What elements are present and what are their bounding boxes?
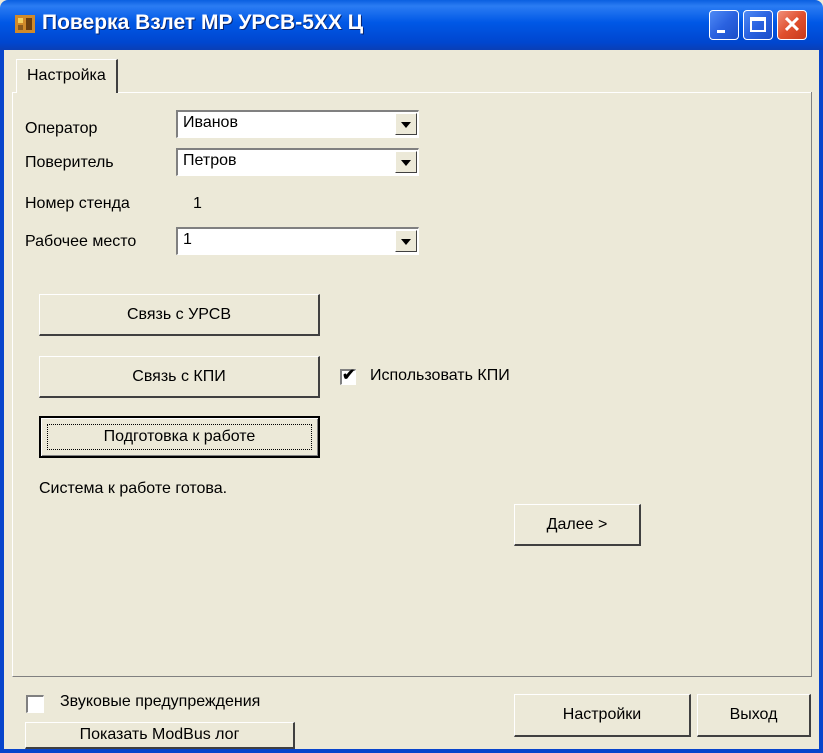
verifier-dropdown-button[interactable] [395, 151, 417, 173]
maximize-button[interactable] [743, 10, 773, 40]
exit-button[interactable]: Выход [697, 694, 811, 737]
operator-value: Иванов [183, 114, 238, 131]
show-modbus-log-button[interactable]: Показать ModBus лог [25, 722, 295, 749]
focus-rectangle [47, 424, 312, 450]
close-icon: ✕ [782, 12, 802, 37]
verifier-select[interactable]: Петров [176, 148, 419, 176]
window-frame-bottom [0, 749, 823, 753]
workplace-label: Рабочее место [25, 233, 137, 250]
window-title: Поверка Взлет МР УРСВ-5ХХ Ц [42, 11, 364, 34]
connect-kpi-button[interactable]: Связь с КПИ [39, 356, 320, 398]
title-bar[interactable]: Поверка Взлет МР УРСВ-5ХХ Ц ✕ [0, 0, 823, 50]
operator-select[interactable]: Иванов [176, 110, 419, 138]
use-kpi-checkbox[interactable]: ✔ [340, 367, 356, 385]
window-frame-right [819, 50, 823, 753]
chevron-down-icon [401, 239, 411, 245]
verifier-label: Поверитель [25, 154, 114, 171]
workplace-select[interactable]: 1 [176, 227, 419, 255]
verifier-value: Петров [183, 152, 237, 169]
sound-warnings-label: Звуковые предупреждения [60, 693, 261, 710]
maximize-icon [750, 17, 766, 32]
workplace-value: 1 [183, 231, 192, 248]
chevron-down-icon [401, 122, 411, 128]
tab-settings[interactable]: Настройка [16, 59, 118, 93]
sound-warnings-checkbox[interactable] [26, 695, 44, 713]
minimize-icon [717, 30, 725, 33]
operator-label: Оператор [25, 120, 98, 137]
prepare-button[interactable]: Подготовка к работе [39, 416, 320, 458]
workplace-dropdown-button[interactable] [395, 230, 417, 252]
status-text: Система к работе готова. [39, 480, 228, 497]
operator-dropdown-button[interactable] [395, 113, 417, 135]
connect-ursv-button[interactable]: Связь с УРСВ [39, 294, 320, 336]
next-button[interactable]: Далее > [514, 504, 641, 546]
chevron-down-icon [401, 160, 411, 166]
use-kpi-label: Использовать КПИ [370, 367, 510, 384]
window-frame-left [0, 50, 4, 753]
checkmark-icon: ✔ [342, 367, 356, 384]
app-icon [15, 15, 35, 33]
close-button[interactable]: ✕ [777, 10, 807, 40]
stand-number-label: Номер стенда [25, 195, 130, 212]
minimize-button[interactable] [709, 10, 739, 40]
stand-number-value: 1 [193, 195, 202, 212]
settings-button[interactable]: Настройки [514, 694, 691, 737]
